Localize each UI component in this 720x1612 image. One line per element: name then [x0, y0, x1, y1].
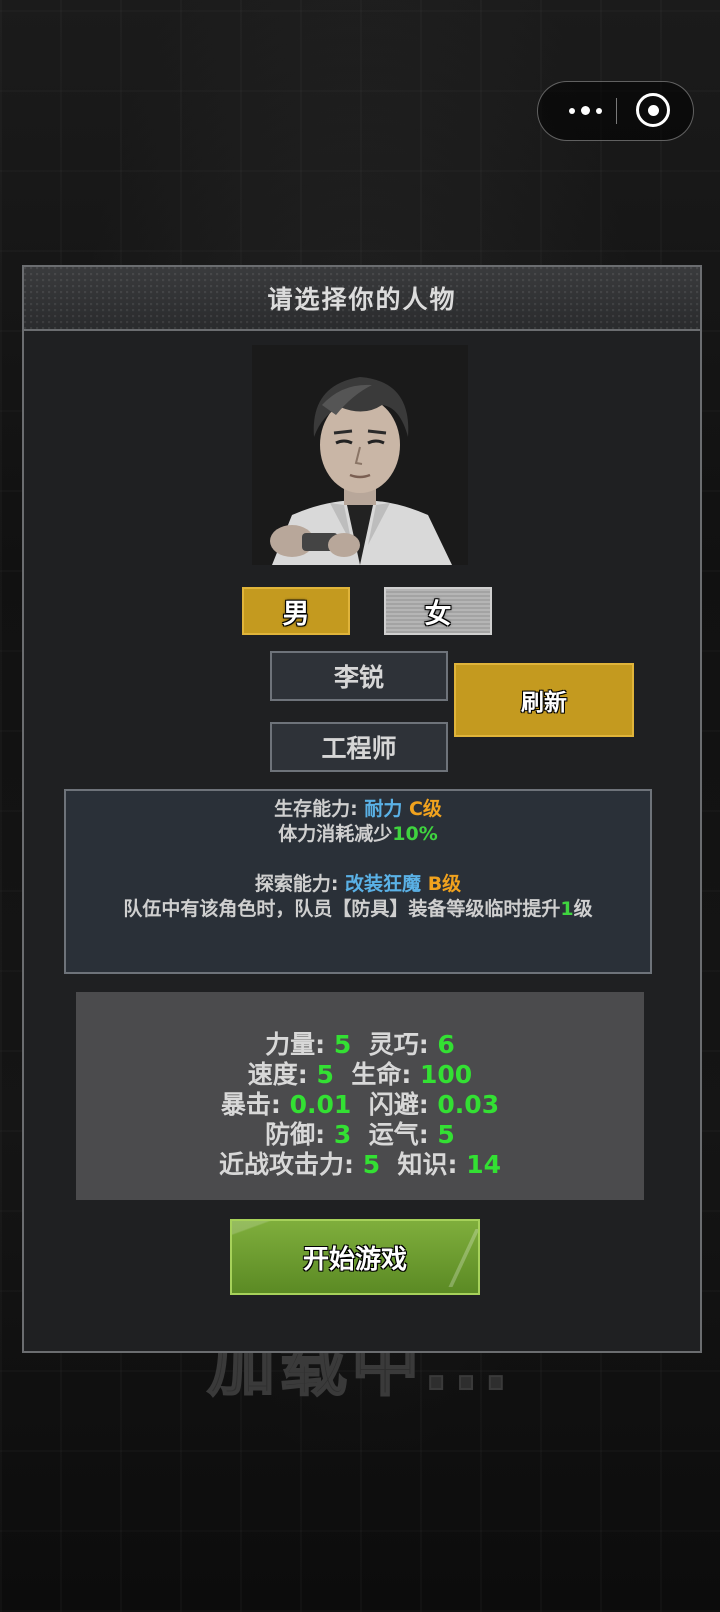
game-screen: 加载中... 请选择你的人物 男 女 李锐 工程师 刷新 生存能力: 耐力 C级… — [0, 0, 720, 1612]
explore-desc-value: 1 — [560, 898, 574, 920]
dialog-header: 请选择你的人物 — [24, 267, 700, 331]
stats-row: 近战攻击力: 5 知识: 14 — [76, 1150, 644, 1180]
gender-male-button[interactable]: 男 — [242, 587, 350, 635]
dodge-label: 闪避: — [368, 1090, 438, 1119]
survival-ability-desc: 体力消耗减少10% — [66, 822, 650, 847]
dot-icon — [568, 107, 575, 114]
knowledge-value: 14 — [466, 1150, 502, 1179]
more-dots-icon[interactable] — [560, 82, 610, 139]
stats-row: 力量: 5 灵巧: 6 — [76, 1030, 644, 1060]
dot-icon — [595, 107, 602, 114]
crit-value: 0.01 — [289, 1090, 352, 1119]
strength-label: 力量: — [265, 1030, 334, 1059]
miniprogram-capsule — [537, 81, 694, 141]
survival-desc-text: 体力消耗减少 — [278, 823, 393, 845]
start-game-button[interactable]: 开始游戏 — [230, 1219, 480, 1295]
refresh-button[interactable]: 刷新 — [454, 663, 634, 737]
strength-value: 5 — [333, 1030, 352, 1059]
survival-ability-line: 生存能力: 耐力 C级 — [66, 797, 650, 822]
defense-value: 3 — [333, 1120, 352, 1149]
hp-label: 生命: — [351, 1060, 421, 1089]
luck-label: 运气: — [368, 1120, 438, 1149]
crit-label: 暴击: — [220, 1090, 290, 1119]
explore-ability-name: 改装狂魔 — [345, 873, 422, 895]
explore-desc-text: 队伍中有该角色时，队员【防具】装备等级临时提升 — [123, 898, 561, 920]
speed-value: 5 — [316, 1060, 334, 1089]
dodge-value: 0.03 — [437, 1090, 500, 1119]
capsule-divider — [616, 98, 617, 124]
melee-label: 近战攻击力: — [218, 1150, 363, 1179]
stats-panel: 力量: 5 灵巧: 6 速度: 5 生命: 100 暴击: 0.01 闪避: 0… — [76, 992, 644, 1200]
luck-value: 5 — [437, 1120, 455, 1149]
explore-ability-desc: 队伍中有该角色时，队员【防具】装备等级临时提升1级 — [66, 897, 650, 922]
character-portrait — [252, 345, 468, 565]
stats-row: 速度: 5 生命: 100 — [76, 1060, 644, 1090]
defense-label: 防御: — [265, 1120, 334, 1149]
melee-value: 5 — [362, 1150, 381, 1179]
character-job: 工程师 — [270, 722, 448, 772]
speed-label: 速度: — [247, 1060, 317, 1089]
stats-row: 暴击: 0.01 闪避: 0.03 — [76, 1090, 644, 1120]
agility-label: 灵巧: — [368, 1030, 438, 1059]
survival-ability-grade: C级 — [408, 798, 442, 820]
agility-value: 6 — [437, 1030, 455, 1059]
dot-icon — [580, 106, 590, 115]
knowledge-label: 知识: — [397, 1150, 467, 1179]
target-circle-icon[interactable] — [636, 93, 670, 127]
character-name: 李锐 — [270, 651, 448, 701]
explore-desc-suffix: 级 — [573, 898, 593, 920]
explore-ability-line: 探索能力: 改装狂魔 B级 — [66, 872, 650, 897]
gender-female-button[interactable]: 女 — [384, 587, 492, 635]
survival-ability-label: 生存能力: — [274, 798, 365, 820]
stats-row: 防御: 3 运气: 5 — [76, 1120, 644, 1150]
survival-ability-name: 耐力 — [364, 798, 403, 820]
explore-ability-label: 探索能力: — [254, 873, 346, 895]
character-select-dialog: 请选择你的人物 男 女 李锐 工程师 刷新 生存能力: 耐力 C级 体力消耗减少… — [22, 265, 702, 1353]
dialog-title: 请选择你的人物 — [267, 285, 457, 314]
hp-value: 100 — [420, 1060, 473, 1089]
explore-ability-grade: B级 — [427, 873, 462, 895]
ability-panel: 生存能力: 耐力 C级 体力消耗减少10% 探索能力: 改装狂魔 B级 队伍中有… — [64, 789, 652, 974]
portrait-illustration — [252, 345, 468, 565]
survival-desc-value: 10% — [392, 823, 438, 845]
